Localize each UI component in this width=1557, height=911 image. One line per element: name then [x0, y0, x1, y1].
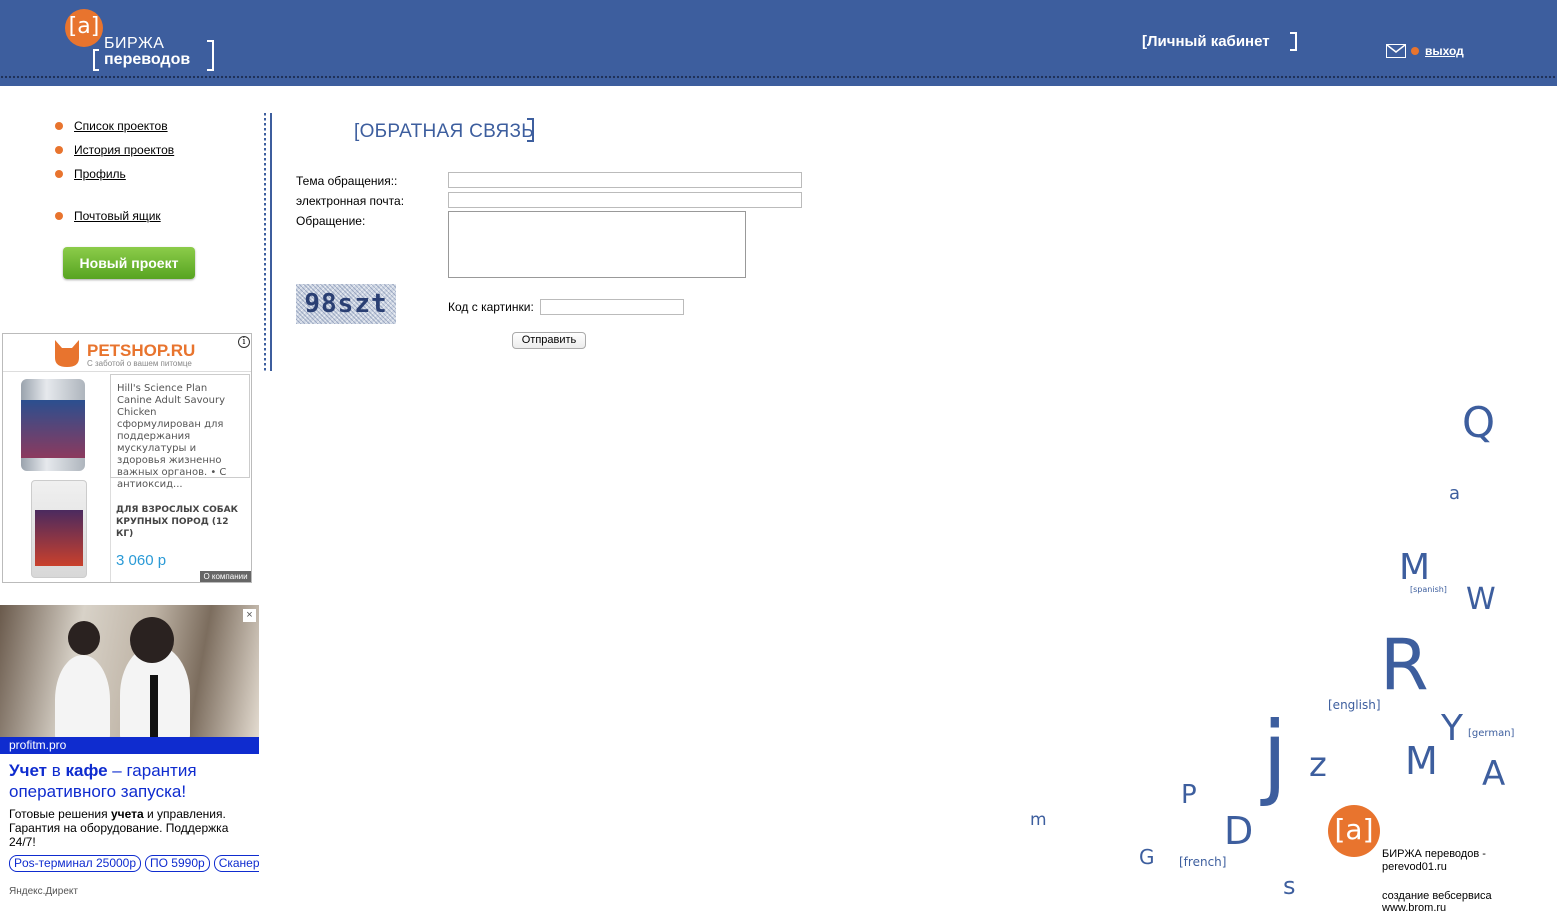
cloud-letter: j	[1262, 702, 1288, 809]
ad-product2-text[interactable]: ДЛЯ ВЗРОСЛЫХ СОБАК КРУПНЫХ ПОРОД (12 КГ)	[116, 504, 246, 540]
ad-brand: PETSHOP.RU	[87, 341, 196, 360]
cloud-letter: A	[1482, 754, 1506, 794]
divider-dotted	[264, 113, 266, 371]
ad-header: PETSHOP.RU С заботой о вашем питомце i	[3, 334, 251, 372]
submit-button[interactable]: Отправить	[512, 332, 586, 349]
title-bracket	[527, 118, 534, 142]
header: [a] БИРЖА переводов [Личный кабинет выхо…	[0, 0, 1557, 86]
ad-sitelink[interactable]: Сканер штрихкодов	[213, 855, 259, 872]
ad-price[interactable]: 3 060 р	[116, 552, 166, 569]
sidebar-link-mailbox[interactable]: Почтовый ящик	[74, 209, 161, 223]
ad-product-text[interactable]: Hill's Science Plan Canine Adult Savoury…	[110, 374, 250, 490]
cloud-letter: D	[1224, 809, 1254, 853]
divider-line	[270, 113, 272, 371]
cat-logo-icon	[55, 340, 79, 367]
cloud-letter: W	[1466, 582, 1496, 617]
logo-bracket-left	[93, 49, 99, 71]
cloud-letter: z	[1309, 745, 1327, 785]
ad-text: Готовые решения учета и управления. Гара…	[9, 807, 254, 849]
new-project-button[interactable]: Новый проект	[63, 247, 195, 279]
close-icon[interactable]: ×	[243, 609, 256, 622]
cabinet-bracket	[1290, 32, 1297, 51]
footer-credit-link[interactable]: www.brom.ru	[1382, 902, 1446, 911]
ad-divider	[110, 478, 111, 582]
sidebar-link-projects[interactable]: Список проектов	[74, 119, 168, 133]
cloud-letter: a	[1449, 483, 1461, 504]
info-icon[interactable]: i	[238, 336, 250, 348]
footer-text: БИРЖА переводов -	[1382, 848, 1486, 860]
cloud-lang: [german]	[1468, 728, 1515, 739]
cloud-lang: [english]	[1328, 698, 1381, 712]
product-can-label	[21, 400, 85, 458]
ad-photo[interactable]	[0, 605, 259, 737]
mail-icon[interactable]	[1386, 44, 1406, 58]
logo-text-line2[interactable]: переводов	[104, 51, 190, 69]
page-title: [ОБРАТНАЯ СВЯЗЬ	[354, 121, 535, 142]
cloud-letter: s	[1283, 872, 1296, 900]
cloud-letter: M	[1399, 547, 1431, 588]
cloud-letter: R	[1380, 624, 1429, 706]
ad-domain[interactable]: profitm.pro	[0, 737, 259, 754]
footer-logo-icon[interactable]: [a]	[1328, 805, 1380, 857]
hair-shape	[68, 621, 100, 655]
product-bag-label	[35, 510, 83, 566]
ad-title[interactable]: Учет в кафе – гарантия оперативного запу…	[9, 760, 254, 802]
bullet-icon	[1411, 47, 1419, 55]
logout-link[interactable]: выход	[1425, 44, 1464, 58]
ad-tagline: С заботой о вашем питомце	[87, 359, 192, 368]
email-label: электронная почта:	[296, 194, 405, 208]
cloud-letter: G	[1139, 845, 1155, 869]
captcha-code-input[interactable]	[540, 299, 684, 315]
ad-title-bold: Учет	[9, 761, 48, 780]
ad-petshop[interactable]: PETSHOP.RU С заботой о вашем питомце i H…	[2, 333, 252, 583]
ad-sitelink[interactable]: ПО 5990р	[145, 855, 210, 872]
ad-text-part: Готовые решения	[9, 807, 111, 821]
ad-text-bold: учета	[110, 807, 144, 821]
ad-about-link[interactable]: О компании	[200, 571, 251, 582]
tie-shape	[150, 675, 158, 737]
logo-bracket-right	[207, 40, 214, 71]
cloud-lang: [spanish]	[1410, 585, 1447, 594]
captcha-image: 98szt	[296, 284, 396, 324]
person-shape	[55, 655, 110, 737]
cloud-letter: Y	[1441, 708, 1463, 749]
message-textarea[interactable]	[448, 211, 746, 278]
header-dotted-border	[0, 75, 1557, 79]
ad-sitelink[interactable]: Pos-терминал 25000р	[9, 855, 142, 872]
email-field[interactable]	[448, 192, 802, 208]
subject-label: Тема обращения::	[296, 174, 398, 188]
sidebar-link-history[interactable]: История проектов	[74, 143, 174, 157]
ad-title-bold: кафе	[65, 761, 108, 780]
ad-sitelinks: Pos-терминал 25000рПО 5990рСканер штрихк…	[9, 855, 259, 873]
footer-site-link[interactable]: perevod01.ru	[1382, 861, 1447, 874]
cloud-letter: m	[1030, 810, 1047, 830]
cloud-letter: P	[1181, 780, 1197, 810]
ad-profitm[interactable]: × profitm.pro Учет в кафе – гарантия опе…	[0, 605, 259, 905]
cloud-letter: Q	[1462, 398, 1496, 447]
subject-input[interactable]	[448, 172, 802, 188]
ad-title-part: в	[47, 761, 66, 780]
cloud-letter: M	[1405, 739, 1438, 783]
bullet-icon	[55, 212, 63, 220]
yandex-direct-label[interactable]: Яндекс.Директ	[9, 886, 78, 897]
personal-cabinet-link[interactable]: [Личный кабинет	[1142, 33, 1270, 50]
sidebar-link-profile[interactable]: Профиль	[74, 167, 126, 181]
bullet-icon	[55, 122, 63, 130]
captcha-code-label: Код с картинки:	[448, 300, 534, 314]
bullet-icon	[55, 146, 63, 154]
hair-shape	[130, 617, 174, 663]
bullet-icon	[55, 170, 63, 178]
message-label: Обращение:	[296, 214, 366, 228]
logo-icon[interactable]: [a]	[65, 9, 103, 47]
cloud-lang: [french]	[1179, 855, 1227, 869]
